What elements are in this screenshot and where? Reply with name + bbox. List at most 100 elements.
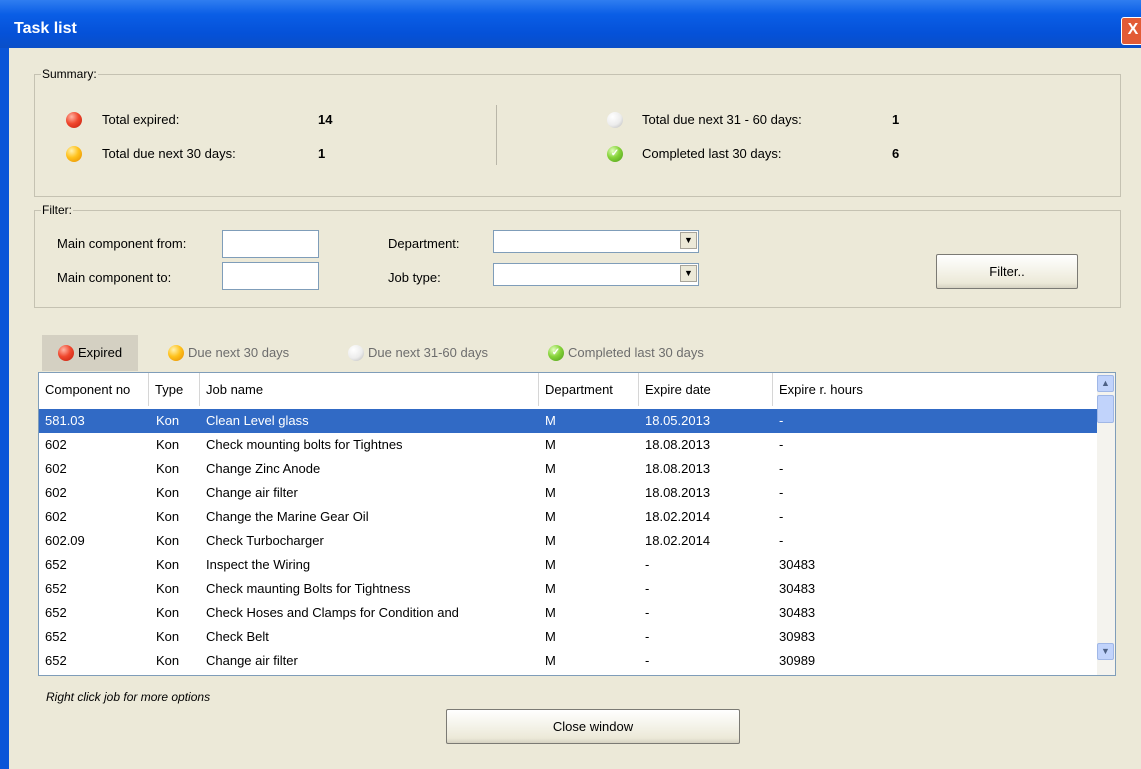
table-row[interactable]: 602 Kon Check mounting bolts for Tightnes M… [39, 433, 1097, 457]
table-row[interactable]: 652 Kon Check Hoses and Clamps for Conditi… [39, 601, 1097, 625]
tab-completed[interactable]: ✓ Completed last 30 days [544, 335, 744, 371]
scroll-up-icon[interactable]: ▲ [1097, 375, 1114, 392]
title-bar[interactable]: Task list X [0, 0, 1141, 48]
due-31-60-status-icon [607, 112, 623, 128]
vertical-scrollbar[interactable]: ▲ ▼ [1097, 373, 1115, 675]
cell-expire-date: - [645, 557, 650, 572]
cell-job-name: Clean Level glass [206, 413, 309, 428]
table-row[interactable]: 602 Kon Change Zinc Anode M 18.08.2013 - [39, 457, 1097, 481]
tab-due-30-label: Due next 30 days [188, 345, 290, 360]
table-row[interactable]: 581.03 Kon Clean Level glass M 18.05.2013 - [39, 409, 1097, 433]
cell-department: M [545, 461, 556, 476]
department-select[interactable]: ▼ [493, 230, 699, 253]
cell-expire-hours: - [779, 461, 784, 476]
table-row[interactable]: 602 Kon Change the Marine Gear Oil M 18.02.2… [39, 505, 1097, 529]
cell-type: Kon [156, 629, 180, 644]
task-list-window: Task list X Summary: Total expired: 14 T… [0, 0, 1141, 769]
cell-expire-date: - [645, 581, 650, 596]
summary-expired-value: 14 [318, 112, 333, 127]
summary-expired-label: Total expired: [102, 112, 180, 127]
cell-department: M [545, 605, 556, 620]
main-component-from-label: Main component from: [57, 236, 187, 251]
summary-completed-label: Completed last 30 days: [642, 146, 782, 161]
cell-component-no: 602 [45, 509, 67, 524]
window-title: Task list [14, 20, 77, 37]
column-expire-date[interactable]: Expire date [639, 373, 773, 406]
tab-due-31-60[interactable]: Due next 31-60 days [344, 335, 524, 371]
due-30-tab-icon [168, 345, 184, 361]
tab-expired[interactable]: Expired [42, 335, 138, 371]
cell-expire-date: 18.08.2013 [645, 485, 711, 500]
task-table[interactable]: Component no Type Job name Department Ex… [38, 372, 1116, 676]
cell-job-name: Check mounting bolts for Tightnes [206, 437, 403, 452]
cell-expire-date: 18.08.2013 [645, 461, 711, 476]
summary-group: Summary: [34, 67, 1121, 197]
cell-component-no: 652 [45, 605, 67, 620]
cell-job-name: Change air filter [206, 485, 298, 500]
close-window-icon[interactable]: X [1121, 17, 1141, 45]
department-label: Department: [388, 236, 460, 251]
cell-component-no: 652 [45, 581, 67, 596]
right-click-hint: Right click job for more options [46, 690, 211, 704]
cell-job-name: Change air filter [206, 653, 298, 668]
column-expire-hours[interactable]: Expire r. hours [773, 373, 1097, 406]
cell-expire-hours: - [779, 413, 784, 428]
cell-type: Kon [156, 581, 180, 596]
scroll-down-icon[interactable]: ▼ [1097, 643, 1114, 660]
cell-type: Kon [156, 485, 180, 500]
table-row[interactable]: 652 Kon Inspect the Wiring M - 30483 [39, 553, 1097, 577]
window-border [0, 48, 9, 769]
cell-type: Kon [156, 557, 180, 572]
cell-type: Kon [156, 533, 180, 548]
filter-button[interactable]: Filter.. [936, 254, 1078, 289]
cell-job-name: Change Zinc Anode [206, 461, 321, 476]
table-row[interactable]: 652 Kon Change air filter M - 30989 [39, 649, 1097, 673]
cell-expire-hours: 30483 [779, 605, 816, 620]
column-department[interactable]: Department [539, 373, 639, 406]
summary-divider [496, 105, 497, 165]
main-component-to-input[interactable] [222, 262, 319, 290]
cell-expire-hours: - [779, 533, 784, 548]
job-type-label: Job type: [388, 270, 441, 285]
scroll-thumb[interactable] [1097, 395, 1114, 423]
cell-expire-hours: - [779, 509, 784, 524]
chevron-down-icon[interactable]: ▼ [680, 232, 697, 249]
cell-component-no: 602 [45, 437, 67, 452]
main-component-from-input[interactable] [222, 230, 319, 258]
cell-job-name: Check Turbocharger [206, 533, 324, 548]
cell-component-no: 581.03 [45, 413, 85, 428]
cell-type: Kon [156, 437, 180, 452]
job-type-select[interactable]: ▼ [493, 263, 699, 286]
cell-expire-hours: - [779, 437, 784, 452]
chevron-down-icon[interactable]: ▼ [680, 265, 697, 282]
cell-type: Kon [156, 605, 180, 620]
table-row[interactable]: 602.09 Kon Check Turbocharger M 18.02.2014 - [39, 529, 1097, 553]
close-window-button[interactable]: Close window [446, 709, 740, 744]
column-job-name[interactable]: Job name [200, 373, 539, 406]
cell-expire-date: 18.05.2013 [645, 413, 711, 428]
expired-tab-icon [58, 345, 74, 361]
cell-component-no: 652 [45, 557, 67, 572]
column-type[interactable]: Type [149, 373, 200, 406]
main-component-to-label: Main component to: [57, 270, 172, 285]
cell-component-no: 602.09 [45, 533, 85, 548]
completed-tab-icon: ✓ [548, 345, 564, 361]
tab-due-30[interactable]: Due next 30 days [164, 335, 324, 371]
cell-job-name: Check Hoses and Clamps for Condition and [206, 605, 459, 620]
due-30-status-icon [66, 146, 82, 162]
cell-component-no: 602 [45, 485, 67, 500]
cell-expire-date: - [645, 629, 650, 644]
table-row[interactable]: 652 Kon Check maunting Bolts for Tightness… [39, 577, 1097, 601]
cell-department: M [545, 533, 556, 548]
table-row[interactable]: 652 Kon Check Belt M - 30983 [39, 625, 1097, 649]
cell-expire-date: - [645, 653, 650, 668]
column-component-no[interactable]: Component no [39, 373, 149, 406]
cell-expire-date: 18.02.2014 [645, 509, 711, 524]
summary-due30-label: Total due next 30 days: [102, 146, 236, 161]
due-31-60-tab-icon [348, 345, 364, 361]
cell-expire-hours: 30989 [779, 653, 816, 668]
cell-department: M [545, 413, 556, 428]
table-row[interactable]: 602 Kon Change air filter M 18.08.2013 - [39, 481, 1097, 505]
cell-type: Kon [156, 653, 180, 668]
cell-job-name: Check maunting Bolts for Tightness [206, 581, 411, 596]
